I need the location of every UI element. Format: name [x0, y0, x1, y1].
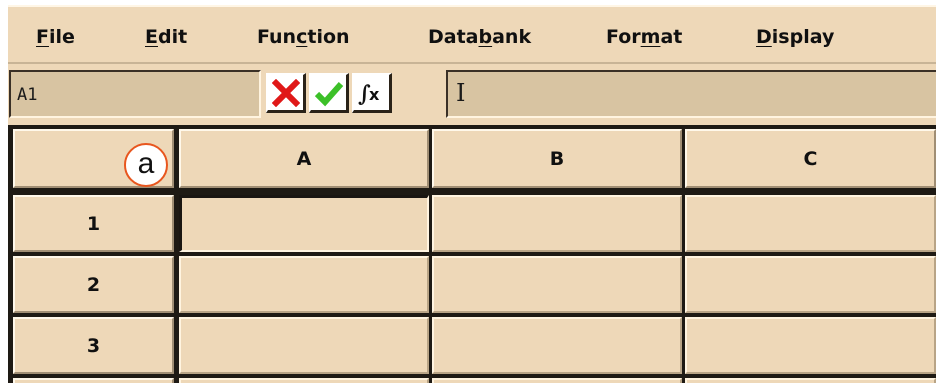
menu-display[interactable]: Display	[756, 26, 834, 48]
row-header-1[interactable]: 1	[13, 195, 174, 252]
svg-text:x: x	[369, 85, 380, 104]
cell-a4[interactable]	[179, 378, 429, 383]
function-fx-icon: ∫ x	[358, 81, 380, 107]
row-header-4[interactable]	[13, 378, 174, 383]
cell-c1[interactable]	[685, 195, 936, 252]
menu-file[interactable]: File	[36, 26, 75, 48]
row-label: 1	[86, 212, 101, 235]
menu-format[interactable]: Format	[606, 26, 682, 48]
cell-reference: A1	[17, 85, 38, 105]
cell-name-box[interactable]: A1	[9, 70, 261, 118]
cell-c2[interactable]	[685, 256, 936, 313]
accept-check-icon	[314, 81, 343, 106]
formula-input[interactable]: I	[446, 70, 936, 118]
column-label: A	[296, 147, 312, 170]
row-label: 2	[86, 273, 101, 296]
menu-function[interactable]: Function	[257, 26, 350, 48]
column-header-c[interactable]: C	[685, 129, 936, 188]
column-header-b[interactable]: B	[432, 129, 682, 188]
column-label: B	[549, 147, 565, 170]
cell-c4[interactable]	[685, 378, 936, 383]
cell-c3[interactable]	[685, 317, 936, 374]
cancel-button[interactable]	[266, 73, 306, 113]
cell-b2[interactable]	[432, 256, 682, 313]
row-header-2[interactable]: 2	[13, 256, 174, 313]
cell-a3[interactable]	[179, 317, 429, 374]
menu-edit[interactable]: Edit	[145, 26, 187, 48]
cell-b1[interactable]	[432, 195, 682, 252]
cell-a1[interactable]	[179, 195, 429, 252]
cell-b3[interactable]	[432, 317, 682, 374]
column-header-a[interactable]: A	[179, 129, 429, 188]
row-label: 3	[86, 334, 101, 357]
cancel-x-icon	[271, 78, 300, 107]
callout-marker: a	[124, 143, 168, 187]
column-label: C	[803, 147, 818, 170]
cell-a2[interactable]	[179, 256, 429, 313]
accept-button[interactable]	[309, 73, 349, 113]
spreadsheet-window: File Edit Function Databank Format Displ…	[0, 0, 936, 383]
menu-bar: File Edit Function Databank Format Displ…	[8, 5, 936, 62]
insert-function-button[interactable]: ∫ x	[352, 73, 392, 113]
row-header-3[interactable]: 3	[13, 317, 174, 374]
text-cursor-icon: I	[456, 79, 466, 107]
callout-label: a	[137, 146, 155, 180]
cell-b4[interactable]	[432, 378, 682, 383]
formula-bar: A1 ∫ x I	[8, 62, 936, 125]
menu-databank[interactable]: Databank	[428, 26, 531, 48]
